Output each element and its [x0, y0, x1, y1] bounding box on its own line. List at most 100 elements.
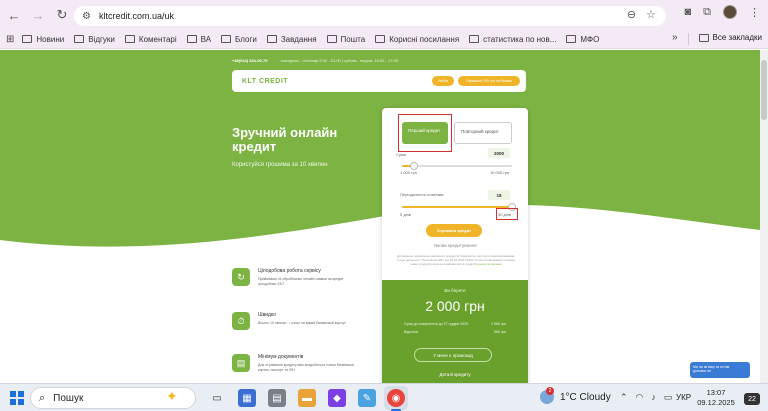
feature-text: Всього 10 хвилин - і гроші на вашій банк…: [258, 321, 346, 325]
divider: [688, 33, 689, 45]
amount-value[interactable]: 2000: [488, 148, 510, 158]
site-logo[interactable]: KLT CREDIT: [242, 78, 288, 85]
all-bookmarks-label: Все закладки: [712, 33, 762, 42]
address-bar[interactable]: ⚙ kltcredit.com.ua/uk ⊖ ☆: [74, 6, 666, 26]
term-value[interactable]: 18: [488, 190, 510, 200]
get-bonus-button[interactable]: Отримати 100 грн на баланс: [458, 76, 520, 86]
term-min: 5 днів: [400, 212, 411, 217]
browser-toolbar: ← → ↻ ⚙ kltcredit.com.ua/uk ⊖ ☆ ◙ ⧉ ⋮: [0, 0, 768, 30]
battery-icon[interactable]: ▭: [664, 392, 673, 403]
clock-time: 13:07: [706, 388, 726, 397]
clock-refresh-icon: ↻: [232, 268, 250, 286]
loan-summary: Ви берете 2 000 грн Сума до повернення д…: [382, 280, 528, 383]
task-view-icon[interactable]: ▭: [208, 389, 226, 407]
weather-badge: 2: [546, 387, 554, 395]
amount-max: 10 000 грн: [490, 170, 510, 175]
bookmark-label: Пошта: [340, 34, 366, 44]
avatar[interactable]: [723, 5, 737, 19]
feature-title: Цілодобова робота сервісу: [258, 268, 321, 274]
store-icon[interactable]: ▦: [238, 389, 256, 407]
network-icon[interactable]: ◠: [636, 392, 644, 403]
folder-icon: [221, 35, 232, 43]
amount-slider[interactable]: [402, 162, 512, 170]
summary-row-value: 2 568 грн: [491, 322, 506, 326]
camera-icon[interactable]: ◙: [684, 6, 691, 18]
bookmark-folder[interactable]: Корисні посилання: [375, 35, 459, 44]
language-indicator[interactable]: УКР: [676, 393, 691, 402]
bookmark-label: Коментарі: [138, 34, 177, 44]
bookmark-folder[interactable]: Пошта: [326, 34, 366, 44]
notifications-badge[interactable]: 22: [744, 393, 760, 405]
extensions-icon[interactable]: ⧉: [703, 6, 711, 19]
phone-number[interactable]: +38(044) 334-90-75: [232, 58, 267, 63]
system-tray: ⌃ ◠ ♪ ▭: [620, 392, 672, 403]
all-bookmarks-button[interactable]: Все закладки: [698, 33, 762, 42]
site-info-icon[interactable]: ⚙: [82, 11, 91, 22]
bookmark-folder[interactable]: Новини: [22, 35, 64, 44]
useful-links-link[interactable]: Корисні посилання: [476, 262, 502, 266]
promo-code-button[interactable]: У мене є промокод: [414, 348, 492, 362]
summary-row-label: Сума до повернення до 27 грудня 2025: [404, 322, 468, 326]
bookmark-label: Відгуки: [88, 34, 115, 44]
contact-line: +38(044) 334-90-75 понеділок - п'ятниця …: [232, 58, 398, 63]
loan-sum: 2 000 грн: [425, 298, 485, 314]
menu-icon[interactable]: ⋮: [749, 6, 760, 19]
chat-widget[interactable]: Ми на зв'язку та готові допомогти!: [690, 362, 750, 378]
reload-button[interactable]: ↻: [52, 5, 72, 25]
forward-button[interactable]: →: [28, 5, 48, 25]
feature-title: Мінімум документів: [258, 354, 304, 360]
folder-icon: [266, 35, 277, 43]
zoom-icon[interactable]: ⊖: [627, 8, 636, 21]
tab-repeat-loan[interactable]: Повторний кредит: [454, 122, 512, 144]
feature-text: Для отримання кредиту вам знадобиться ті…: [258, 363, 354, 372]
calculator-icon[interactable]: ▤: [268, 389, 286, 407]
amount-min: 1 000 грн: [400, 170, 418, 175]
clock[interactable]: 13:07 09.12.2025: [696, 388, 736, 408]
page-title: Зручний онлайн кредит: [232, 125, 338, 154]
bookmark-star-icon[interactable]: ☆: [646, 8, 656, 21]
bookmark-folder[interactable]: Відгуки: [74, 35, 115, 44]
chrome-icon[interactable]: ◉: [387, 389, 405, 407]
feature-title: Швидко: [258, 312, 276, 318]
loan-calculator: Перший кредит Повторний кредит Сума 2000…: [382, 108, 528, 383]
folder-icon: [469, 35, 480, 43]
bookmark-label: статистика по нов...: [483, 34, 557, 44]
chevron-up-icon[interactable]: ⌃: [620, 392, 628, 403]
more-bookmarks-button[interactable]: »: [672, 32, 678, 43]
file-explorer-icon[interactable]: ▬: [298, 389, 316, 407]
amount-slider-handle[interactable]: [410, 162, 418, 170]
summary-row-value: 568 грн: [494, 330, 506, 334]
timer-icon: ⏱: [232, 312, 250, 330]
windows-start-icon[interactable]: [10, 391, 24, 405]
summary-row: Відсотки 568 грн: [404, 330, 506, 334]
bookmark-folder[interactable]: МФО: [566, 35, 599, 44]
bookmark-folder[interactable]: Блоги: [221, 35, 257, 44]
apps-grid-icon[interactable]: ⊞: [6, 34, 14, 45]
summary-row-label: Відсотки: [404, 330, 418, 334]
web-page: +38(044) 334-90-75 понеділок - п'ятниця …: [0, 50, 760, 383]
bookmark-folder[interactable]: Коментарі: [124, 34, 177, 44]
volume-icon[interactable]: ♪: [651, 392, 656, 403]
summary-heading: Ви берете: [444, 288, 466, 293]
folder-icon: [375, 35, 386, 43]
page-scrollbar[interactable]: [760, 50, 768, 383]
bookmark-folder[interactable]: статистика по нов...: [469, 35, 556, 44]
login-button[interactable]: Увійти: [432, 76, 454, 86]
scrollbar-thumb[interactable]: [761, 60, 767, 120]
get-loan-button[interactable]: Отримати кредит: [426, 224, 482, 237]
copilot-sparkle-icon[interactable]: ✦: [166, 388, 178, 405]
hero-wave: [0, 204, 760, 290]
loan-details-link[interactable]: Деталі кредиту: [382, 372, 528, 377]
notes-icon[interactable]: ✎: [358, 389, 376, 407]
bookmark-folder[interactable]: Завдання: [266, 35, 317, 44]
bookmark-label: МФО: [580, 34, 600, 44]
search-icon: ⌕: [39, 391, 46, 404]
loan-terms-link[interactable]: Умови кредитування: [382, 243, 528, 248]
app-icon[interactable]: ◆: [328, 389, 346, 407]
folder-icon: [566, 35, 577, 43]
bookmark-label: Блоги: [235, 34, 257, 44]
highlight-box: [398, 114, 452, 152]
bookmark-folder[interactable]: ВА: [186, 35, 211, 44]
page-subtitle: Користуйся грошима за 10 хвилин: [232, 162, 328, 168]
back-button[interactable]: ←: [4, 5, 24, 25]
